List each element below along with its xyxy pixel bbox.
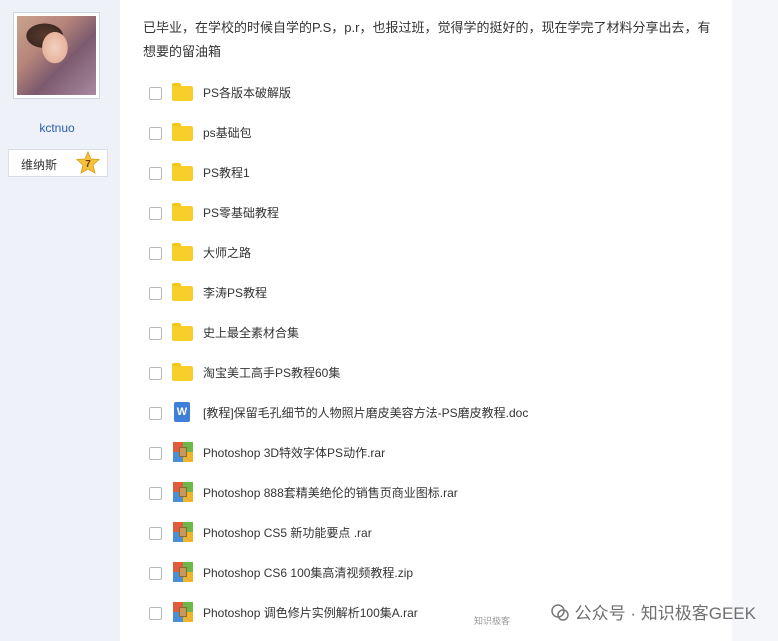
file-name[interactable]: 史上最全素材合集 <box>203 324 299 341</box>
folder-icon <box>172 122 194 142</box>
file-checkbox[interactable] <box>149 407 162 420</box>
file-checkbox[interactable] <box>149 167 162 180</box>
username-link[interactable]: kctnuo <box>0 121 114 135</box>
file-checkbox[interactable] <box>149 487 162 500</box>
folder-icon <box>172 322 194 342</box>
file-row[interactable]: Photoshop CS5 新功能要点 .rar <box>120 520 732 560</box>
file-name[interactable]: Photoshop 888套精美绝伦的销售页商业图标.rar <box>203 484 458 501</box>
folder-icon <box>172 242 194 262</box>
rar-archive-icon <box>172 442 194 462</box>
file-name[interactable]: Photoshop CS6 100集高清视频教程.zip <box>203 564 413 581</box>
file-row[interactable]: PS各版本破解版 <box>120 80 732 120</box>
avatar-image <box>17 16 96 95</box>
star-icon: 7 <box>76 151 100 174</box>
user-sidebar: kctnuo 维纳斯 7 <box>0 0 120 641</box>
file-row[interactable]: Photoshop CS6 100集高清视频教程.zip <box>120 560 732 600</box>
file-row[interactable]: PS零基础教程 <box>120 200 732 240</box>
file-name[interactable]: PS各版本破解版 <box>203 84 291 101</box>
folder-icon <box>172 282 194 302</box>
file-row[interactable]: 大师之路 <box>120 240 732 280</box>
file-row[interactable]: 淘宝美工高手PS教程60集 <box>120 360 732 400</box>
file-row[interactable]: Photoshop 3D特效字体PS动作.rar <box>120 440 732 480</box>
rank-label: 维纳斯 <box>21 158 58 172</box>
file-checkbox[interactable] <box>149 607 162 620</box>
rank-badge: 维纳斯 7 <box>8 149 108 177</box>
file-row[interactable]: PS教程1 <box>120 160 732 200</box>
file-name[interactable]: PS教程1 <box>203 164 250 181</box>
file-checkbox[interactable] <box>149 527 162 540</box>
watermark: 公众号 · 知识极客GEEK <box>550 599 756 624</box>
file-checkbox[interactable] <box>149 127 162 140</box>
word-doc-icon: W <box>172 402 194 422</box>
folder-icon <box>172 162 194 182</box>
rar-archive-icon <box>172 602 194 622</box>
file-name[interactable]: 淘宝美工高手PS教程60集 <box>203 364 340 381</box>
wechat-icon <box>550 604 569 621</box>
avatar[interactable] <box>13 12 100 99</box>
file-row[interactable]: W [教程]保留毛孔细节的人物照片磨皮美容方法-PS磨皮教程.doc <box>120 400 732 440</box>
watermark-subtext: 知识极客 <box>474 616 511 626</box>
file-name[interactable]: [教程]保留毛孔细节的人物照片磨皮美容方法-PS磨皮教程.doc <box>203 404 528 421</box>
file-checkbox[interactable] <box>149 87 162 100</box>
file-name[interactable]: ps基础包 <box>203 124 252 141</box>
rank-level: 7 <box>85 159 91 170</box>
file-name[interactable]: Photoshop 3D特效字体PS动作.rar <box>203 444 385 461</box>
file-row[interactable]: 李涛PS教程 <box>120 280 732 320</box>
folder-icon <box>172 202 194 222</box>
rar-archive-icon <box>172 482 194 502</box>
file-checkbox[interactable] <box>149 207 162 220</box>
watermark-text: 公众号 · 知识极客GEEK <box>574 604 756 623</box>
file-name[interactable]: 大师之路 <box>203 244 251 261</box>
file-checkbox[interactable] <box>149 247 162 260</box>
folder-icon <box>172 362 194 382</box>
post-content: 已毕业，在学校的时候自学的P.S，p.r，也报过班，觉得学的挺好的，现在学完了材… <box>120 0 732 641</box>
file-name[interactable]: Photoshop CS5 新功能要点 .rar <box>203 524 372 541</box>
file-row[interactable]: Photoshop 888套精美绝伦的销售页商业图标.rar <box>120 480 732 520</box>
file-checkbox[interactable] <box>149 367 162 380</box>
folder-icon <box>172 82 194 102</box>
file-name[interactable]: Photoshop 调色修片实例解析100集A.rar <box>203 604 418 621</box>
file-checkbox[interactable] <box>149 287 162 300</box>
right-margin <box>732 0 778 641</box>
file-checkbox[interactable] <box>149 567 162 580</box>
file-checkbox[interactable] <box>149 327 162 340</box>
rar-archive-icon <box>172 562 194 582</box>
rar-archive-icon <box>172 522 194 542</box>
file-row[interactable]: 史上最全素材合集 <box>120 320 732 360</box>
post-text: 已毕业，在学校的时候自学的P.S，p.r，也报过班，觉得学的挺好的，现在学完了材… <box>143 20 711 59</box>
file-checkbox[interactable] <box>149 447 162 460</box>
file-name[interactable]: PS零基础教程 <box>203 204 279 221</box>
file-row[interactable]: ps基础包 <box>120 120 732 160</box>
file-name[interactable]: 李涛PS教程 <box>203 284 267 301</box>
